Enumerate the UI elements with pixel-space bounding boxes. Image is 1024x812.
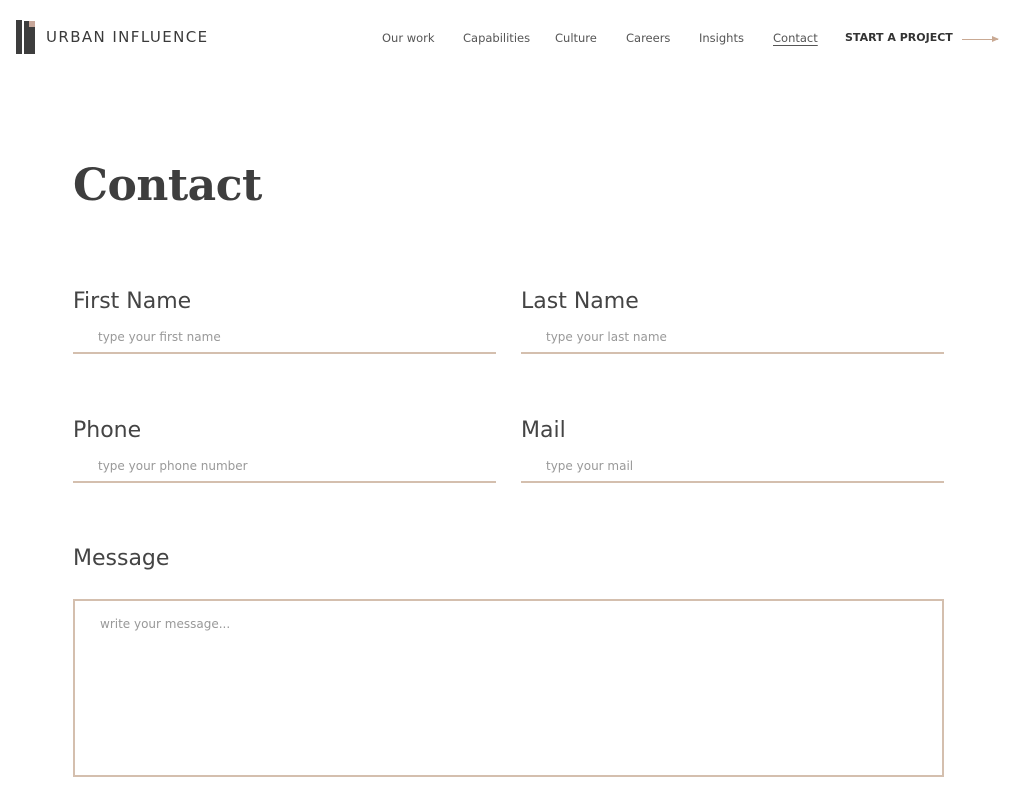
nav-contact[interactable]: Contact: [773, 31, 818, 45]
logo-mark-icon: [16, 20, 36, 54]
mail-group: Mail: [521, 418, 944, 483]
first-name-group: First Name: [73, 289, 496, 354]
nav-careers[interactable]: Careers: [626, 31, 670, 45]
nav-culture[interactable]: Culture: [555, 31, 597, 45]
mail-label: Mail: [521, 418, 566, 443]
mail-input[interactable]: [521, 455, 944, 483]
first-name-label: First Name: [73, 289, 192, 314]
phone-group: Phone: [73, 418, 496, 483]
message-label: Message: [73, 546, 170, 571]
last-name-input[interactable]: [521, 326, 944, 354]
phone-label: Phone: [73, 418, 142, 443]
page-title: Contact: [73, 160, 262, 211]
last-name-group: Last Name: [521, 289, 944, 354]
nav-capabilities[interactable]: Capabilities: [463, 31, 530, 45]
last-name-label: Last Name: [521, 289, 639, 314]
site-header: URBAN INFLUENCE Our work Capabilities Cu…: [0, 0, 1024, 78]
logo[interactable]: URBAN INFLUENCE: [16, 20, 208, 54]
first-name-input[interactable]: [73, 326, 496, 354]
logo-text: URBAN INFLUENCE: [46, 28, 209, 46]
start-project-button[interactable]: START A PROJECT: [845, 31, 953, 44]
message-textarea[interactable]: [73, 599, 944, 777]
nav-our-work[interactable]: Our work: [382, 31, 435, 45]
nav-insights[interactable]: Insights: [699, 31, 744, 45]
phone-input[interactable]: [73, 455, 496, 483]
arrow-right-icon[interactable]: [962, 36, 999, 42]
